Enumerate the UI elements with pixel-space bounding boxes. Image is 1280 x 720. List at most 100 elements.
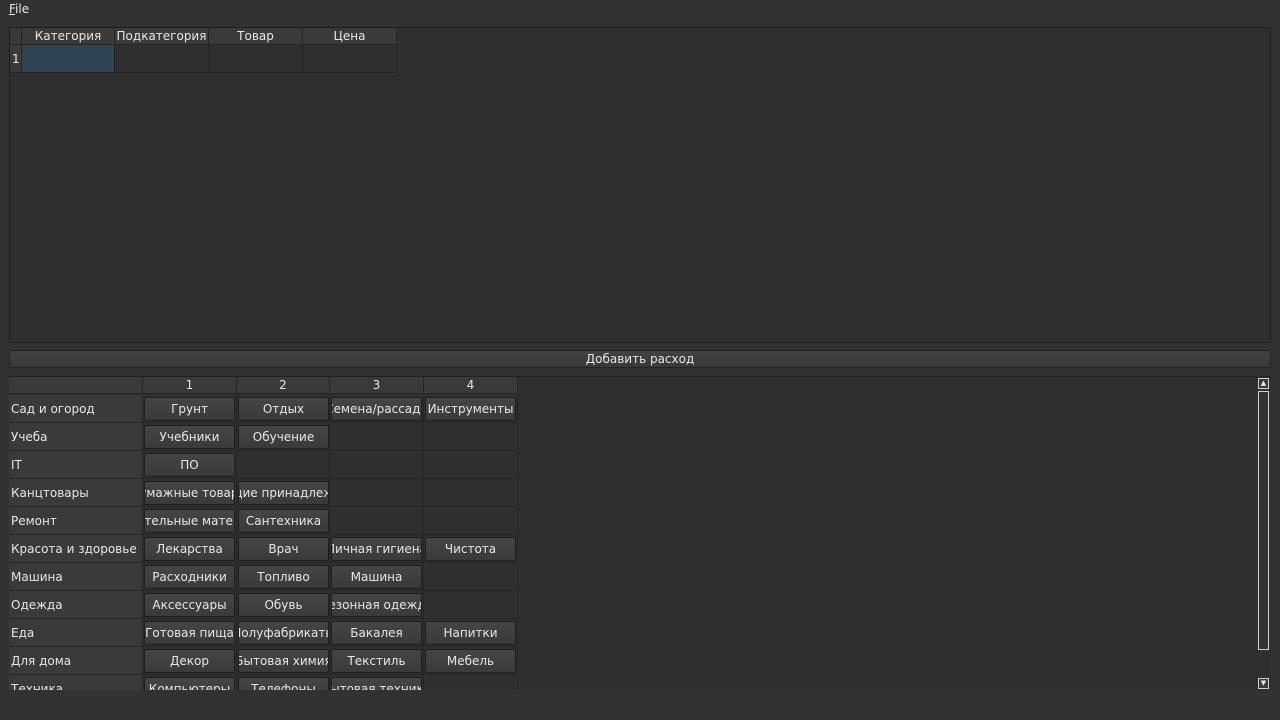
subcategory-button-label: Пишущие принадлежности bbox=[239, 486, 328, 500]
table-cell-subcategory[interactable] bbox=[115, 45, 209, 73]
subcategory-button-label: Компьютеры bbox=[148, 682, 231, 690]
subcategory-button[interactable]: Обучение bbox=[238, 425, 329, 449]
arrow-down-icon[interactable]: ▼ bbox=[1258, 678, 1269, 689]
grid-column-header: 1 bbox=[143, 377, 237, 394]
subcategory-button[interactable]: Семена/рассада bbox=[331, 397, 422, 421]
grid-cell: Текстиль bbox=[330, 647, 424, 675]
expense-table[interactable]: Категория Подкатегория Товар Цена 1 bbox=[9, 27, 1271, 343]
subcategory-button[interactable]: Сантехника bbox=[238, 509, 329, 533]
subcategory-button[interactable]: Напитки bbox=[425, 621, 516, 645]
subcategory-button[interactable]: Аксессуары bbox=[144, 593, 235, 617]
grid-cell bbox=[424, 563, 518, 591]
grid-cell: Бытовая химия bbox=[237, 647, 330, 675]
add-expense-button[interactable]: Добавить расход bbox=[9, 350, 1271, 368]
grid-cell: Семена/рассада bbox=[330, 395, 424, 423]
row-header[interactable]: 1 bbox=[10, 45, 22, 73]
grid-row-header: Учеба bbox=[9, 423, 143, 451]
subcategory-button-label: Учебники bbox=[159, 430, 220, 444]
subcategory-button[interactable]: Компьютеры bbox=[144, 677, 235, 690]
column-header-product[interactable]: Товар bbox=[209, 28, 303, 45]
grid-row-header: Машина bbox=[9, 563, 143, 591]
table-corner[interactable] bbox=[10, 28, 22, 45]
grid-column-header: 2 bbox=[237, 377, 330, 394]
subcategory-button[interactable]: Грунт bbox=[144, 397, 235, 421]
grid-cell bbox=[424, 675, 518, 690]
column-header-price[interactable]: Цена bbox=[303, 28, 397, 45]
subcategory-button-label: Бакалея bbox=[350, 626, 403, 640]
subcategory-button[interactable]: Бытовая химия bbox=[238, 649, 329, 673]
grid-cell: Компьютеры bbox=[143, 675, 237, 690]
subcategory-button[interactable]: Учебники bbox=[144, 425, 235, 449]
subcategory-button[interactable]: Полуфабрикаты bbox=[238, 621, 329, 645]
arrow-up-icon[interactable]: ▲ bbox=[1258, 378, 1269, 389]
subcategory-button-label: Мебель bbox=[446, 654, 495, 668]
subcategory-button[interactable]: Строительные материалы bbox=[144, 509, 235, 533]
grid-cell: Сезонная одежда bbox=[330, 591, 424, 619]
grid-cell: Врач bbox=[237, 535, 330, 563]
subcategory-button-label: Отдых bbox=[262, 402, 305, 416]
subcategory-button-label: Семена/рассада bbox=[332, 402, 421, 416]
grid-row-header: Ремонт bbox=[9, 507, 143, 535]
subcategory-button[interactable]: Лекарства bbox=[144, 537, 235, 561]
subcategory-button-label: Бумажные товары bbox=[145, 486, 234, 500]
grid-cell: Расходники bbox=[143, 563, 237, 591]
scroll-thumb[interactable] bbox=[1258, 391, 1269, 650]
grid-row-header: Техника bbox=[9, 675, 143, 690]
grid-cell bbox=[424, 507, 518, 535]
subcategory-button-label: ПО bbox=[180, 458, 199, 472]
column-header-category[interactable]: Категория bbox=[22, 28, 115, 45]
subcategory-button[interactable]: Отдых bbox=[238, 397, 329, 421]
vertical-scrollbar[interactable]: ▲ ▼ bbox=[1256, 378, 1270, 690]
grid-cell: Напитки bbox=[424, 619, 518, 647]
grid-cell: Личная гигиена bbox=[330, 535, 424, 563]
subcategory-button[interactable]: Машина bbox=[331, 565, 422, 589]
subcategory-button[interactable]: Текстиль bbox=[331, 649, 422, 673]
grid-cell: Лекарства bbox=[143, 535, 237, 563]
subcategory-button[interactable]: Сезонная одежда bbox=[331, 593, 422, 617]
grid-cell: Грунт bbox=[143, 395, 237, 423]
grid-cell bbox=[424, 479, 518, 507]
grid-row-header: IT bbox=[9, 451, 143, 479]
subcategory-button-label: Машина bbox=[350, 570, 403, 584]
grid-cell bbox=[424, 591, 518, 619]
subcategory-button[interactable]: Врач bbox=[238, 537, 329, 561]
grid-cell: Готовая пища bbox=[143, 619, 237, 647]
subcategory-button[interactable]: Инструменты bbox=[425, 397, 516, 421]
grid-cell bbox=[330, 451, 424, 479]
subcategory-button[interactable]: Личная гигиена bbox=[331, 537, 422, 561]
grid-cell bbox=[424, 423, 518, 451]
subcategory-button[interactable]: Мебель bbox=[425, 649, 516, 673]
subcategory-button[interactable]: Бумажные товары bbox=[144, 481, 235, 505]
subcategory-button[interactable]: Телефоны bbox=[238, 677, 329, 690]
table-cell-category[interactable] bbox=[22, 45, 115, 73]
subcategory-button-label: Лекарства bbox=[156, 542, 223, 556]
grid-cell: Бумажные товары bbox=[143, 479, 237, 507]
grid-cell: Бакалея bbox=[330, 619, 424, 647]
subcategory-button-label: Врач bbox=[268, 542, 299, 556]
subcategory-button[interactable]: ПО bbox=[144, 453, 235, 477]
grid-cell: Полуфабрикаты bbox=[237, 619, 330, 647]
subcategory-button[interactable]: Обувь bbox=[238, 593, 329, 617]
subcategory-button-label: Напитки bbox=[443, 626, 498, 640]
subcategory-button[interactable]: Бытовая техника bbox=[331, 677, 422, 690]
grid-column-header: 4 bbox=[424, 377, 518, 394]
subcategory-button[interactable]: Готовая пища bbox=[144, 621, 235, 645]
subcategory-button[interactable]: Расходники bbox=[144, 565, 235, 589]
grid-cell: Топливо bbox=[237, 563, 330, 591]
menu-file[interactable]: File bbox=[9, 2, 29, 16]
grid-cell: Телефоны bbox=[237, 675, 330, 690]
subcategory-button[interactable]: Топливо bbox=[238, 565, 329, 589]
table-cell-product[interactable] bbox=[209, 45, 303, 73]
subcategory-button-label: Чистота bbox=[444, 542, 497, 556]
grid-cell bbox=[330, 479, 424, 507]
subcategory-button[interactable]: Чистота bbox=[425, 537, 516, 561]
grid-cell bbox=[330, 423, 424, 451]
grid-cell: Чистота bbox=[424, 535, 518, 563]
subcategory-button[interactable]: Декор bbox=[144, 649, 235, 673]
subcategory-button[interactable]: Пишущие принадлежности bbox=[238, 481, 329, 505]
grid-cell: Бытовая техника bbox=[330, 675, 424, 690]
subcategory-button[interactable]: Бакалея bbox=[331, 621, 422, 645]
column-header-subcategory[interactable]: Подкатегория bbox=[115, 28, 209, 45]
table-cell-price[interactable] bbox=[303, 45, 397, 73]
grid-row-header: Сад и огород bbox=[9, 395, 143, 423]
